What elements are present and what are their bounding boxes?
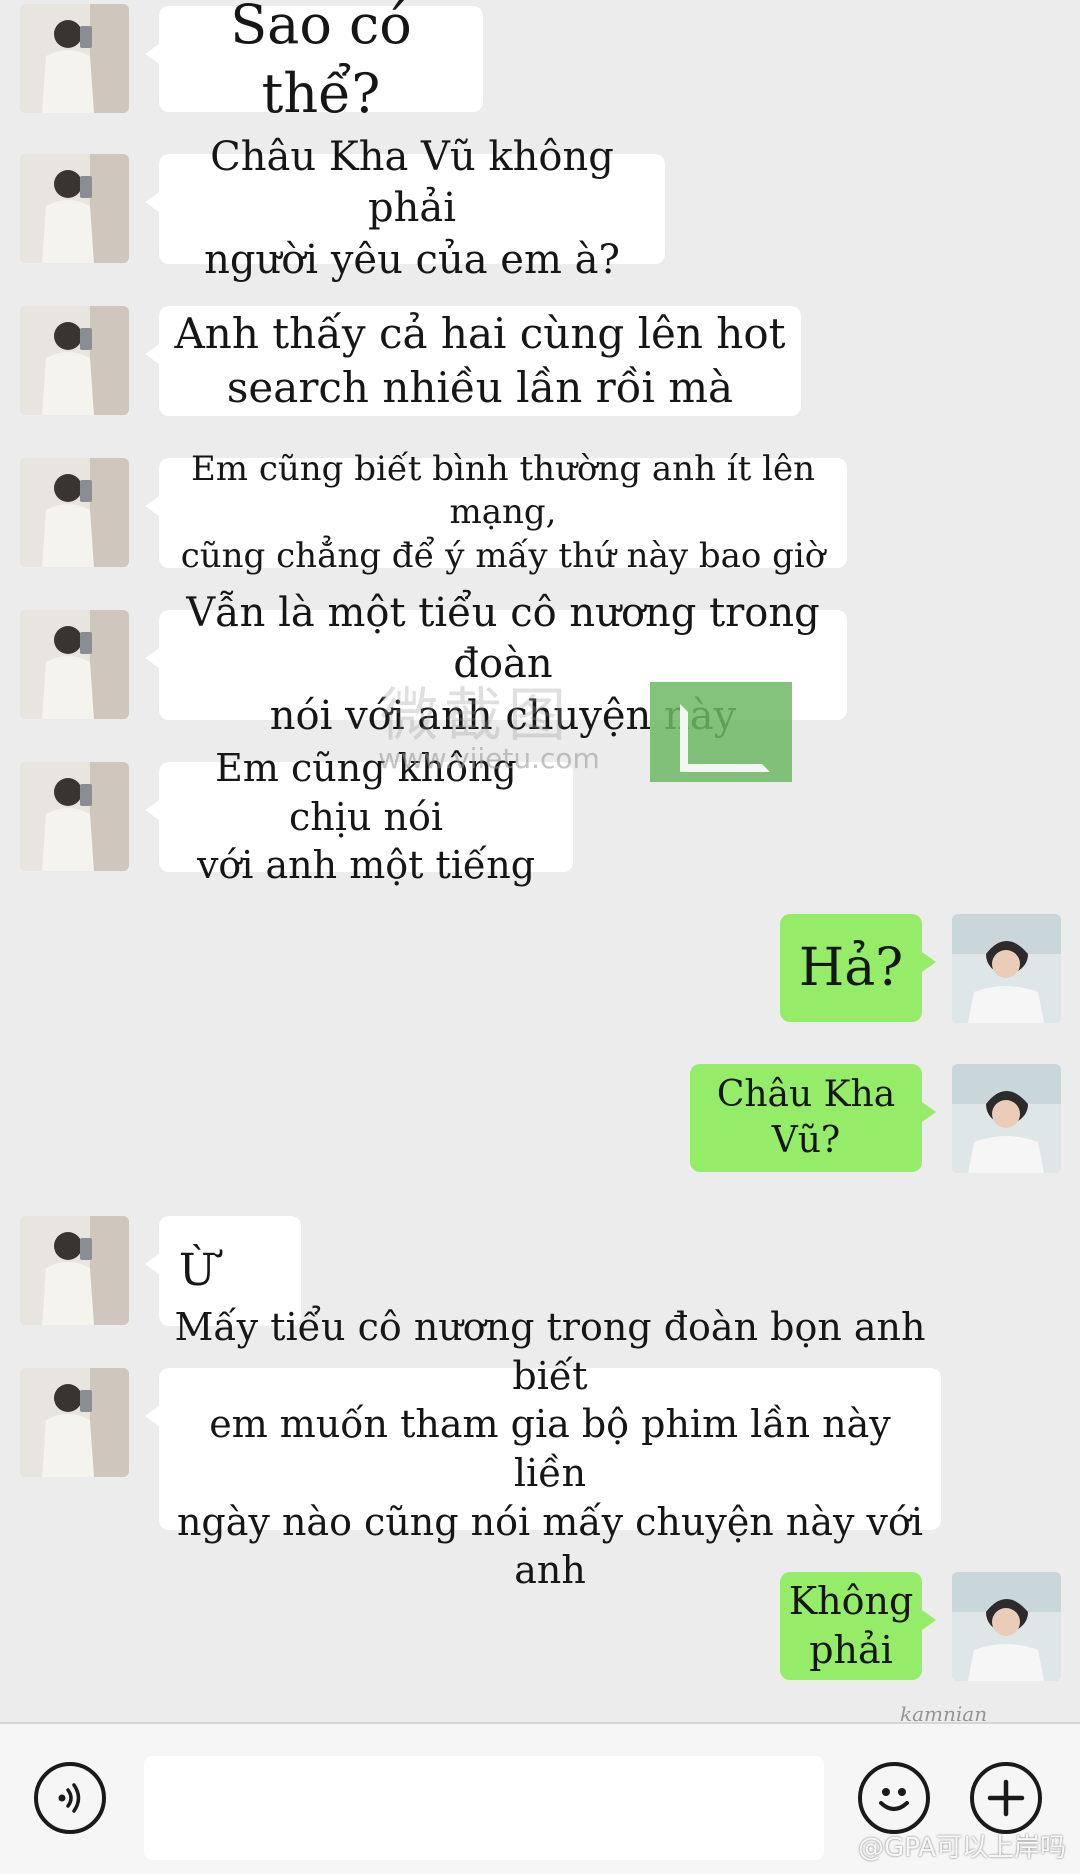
message-row: Anh thấy cả hai cùng lên hot search nhiề… [0,306,1080,416]
message-bubble[interactable]: Sao có thể? [145,0,483,125]
message-bubble[interactable]: Hả? [780,914,936,1022]
contact-avatar[interactable] [20,154,129,263]
contact-avatar[interactable] [20,458,129,567]
message-row: Em cũng không chịu nói với anh một tiếng [0,746,1080,887]
message-bubble[interactable]: Mấy tiểu cô nương trong đoàn bọn anh biế… [145,1305,941,1592]
message-row: Châu Kha Vũ? [0,1064,1080,1174]
message-row: Sao có thể? [0,0,1080,125]
message-row: Châu Kha Vũ không phải người yêu của em … [0,134,1080,283]
message-row: Không phải [0,1572,1080,1682]
message-row: Mấy tiểu cô nương trong đoàn bọn anh biế… [0,1305,1080,1592]
contact-avatar[interactable] [20,762,129,871]
chat-area[interactable]: Sao có thể? Châu Kha Vũ không phải người… [0,0,1080,1722]
message-row: Em cũng biết bình thường anh ít lên mạng… [0,449,1080,576]
contact-avatar[interactable] [20,306,129,415]
message-bubble[interactable]: Không phải [780,1572,936,1680]
emoji-icon[interactable] [858,1762,930,1834]
message-bubble[interactable]: Châu Kha Vũ? [690,1064,936,1172]
contact-avatar[interactable] [20,1216,129,1325]
plus-icon[interactable] [970,1762,1042,1834]
message-bubble[interactable]: Em cũng biết bình thường anh ít lên mạng… [145,449,847,576]
message-row: Hả? [0,914,1080,1024]
input-bar: @GPA可以上岸吗 [0,1722,1080,1874]
my-avatar[interactable] [952,914,1061,1023]
corner-watermark: @GPA可以上岸吗 [858,1833,1066,1863]
contact-avatar[interactable] [20,610,129,719]
voice-icon[interactable] [34,1762,106,1834]
message-bubble[interactable]: Em cũng không chịu nói với anh một tiếng [145,746,573,887]
contact-avatar[interactable] [20,4,129,113]
my-avatar[interactable] [952,1572,1061,1681]
message-bubble[interactable]: Anh thấy cả hai cùng lên hot search nhiề… [145,306,801,416]
message-bubble[interactable]: Châu Kha Vũ không phải người yêu của em … [145,134,665,283]
my-avatar[interactable] [952,1064,1061,1173]
message-bubble[interactable]: Vẫn là một tiểu cô nương trong đoàn nói … [145,590,847,739]
message-input[interactable] [144,1756,824,1860]
contact-avatar[interactable] [20,1368,129,1477]
message-row: Vẫn là một tiểu cô nương trong đoàn nói … [0,590,1080,739]
